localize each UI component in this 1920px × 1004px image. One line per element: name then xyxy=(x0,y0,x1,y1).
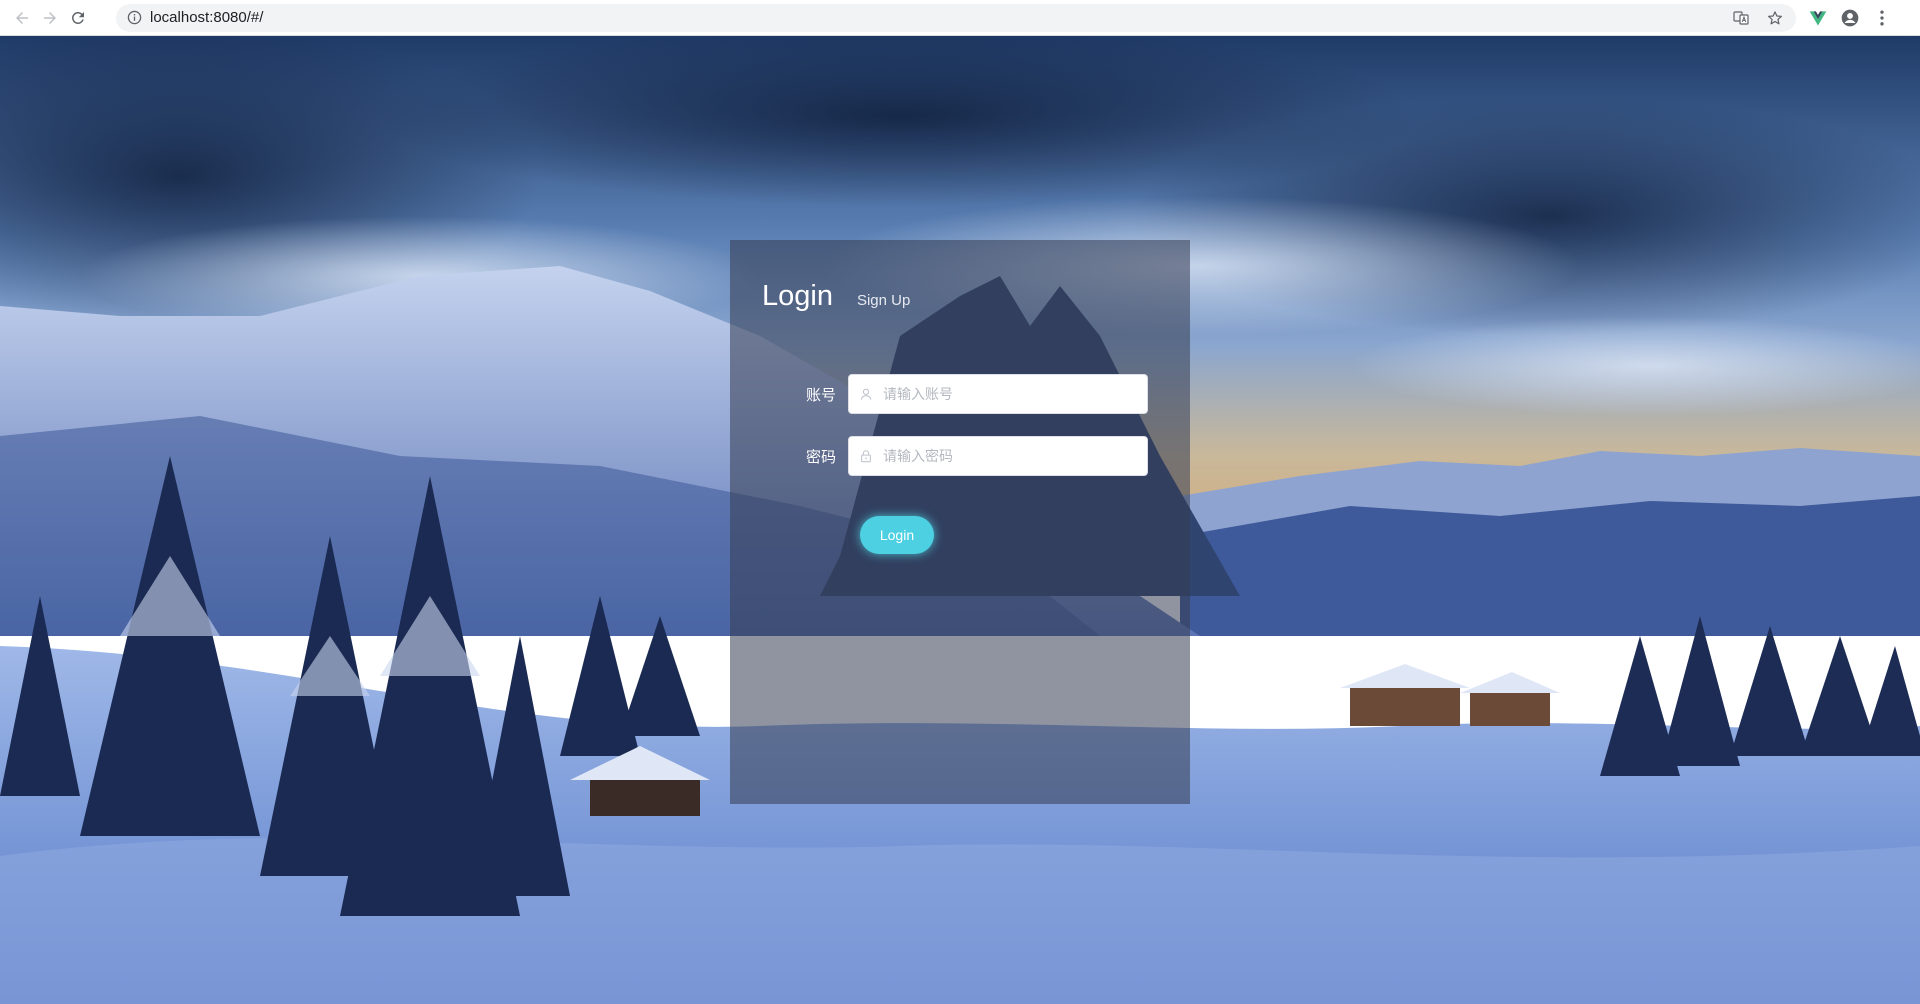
account-input[interactable] xyxy=(881,385,1135,403)
translate-icon[interactable] xyxy=(1728,5,1754,31)
login-button[interactable]: Login xyxy=(860,516,934,554)
account-row: 账号 xyxy=(730,374,1148,414)
vue-devtools-icon[interactable] xyxy=(1802,4,1834,32)
login-page: Login Sign Up 账号 密码 Login xyxy=(0,36,1920,1004)
tab-login[interactable]: Login xyxy=(762,280,833,313)
login-panel: Login Sign Up 账号 密码 Login xyxy=(730,240,1190,804)
reload-icon[interactable] xyxy=(64,4,92,32)
forward-arrow-icon[interactable] xyxy=(36,4,64,32)
password-row: 密码 xyxy=(730,436,1148,476)
address-bar[interactable]: localhost:8080/#/ xyxy=(116,3,1796,32)
user-icon xyxy=(859,387,873,401)
account-field[interactable] xyxy=(848,374,1148,414)
kebab-menu-icon[interactable] xyxy=(1866,4,1898,32)
auth-tabs: Login Sign Up xyxy=(762,280,910,313)
back-arrow-icon[interactable] xyxy=(8,4,36,32)
password-label: 密码 xyxy=(805,448,836,466)
account-label: 账号 xyxy=(805,386,836,404)
tab-signup[interactable]: Sign Up xyxy=(857,292,910,309)
star-icon[interactable] xyxy=(1762,5,1788,31)
password-input[interactable] xyxy=(881,447,1135,465)
account-icon[interactable] xyxy=(1834,4,1866,32)
lock-icon xyxy=(859,449,873,463)
info-icon[interactable] xyxy=(126,10,142,26)
password-field[interactable] xyxy=(848,436,1148,476)
url-text[interactable]: localhost:8080/#/ xyxy=(150,9,263,26)
browser-toolbar: localhost:8080/#/ xyxy=(0,0,1920,36)
